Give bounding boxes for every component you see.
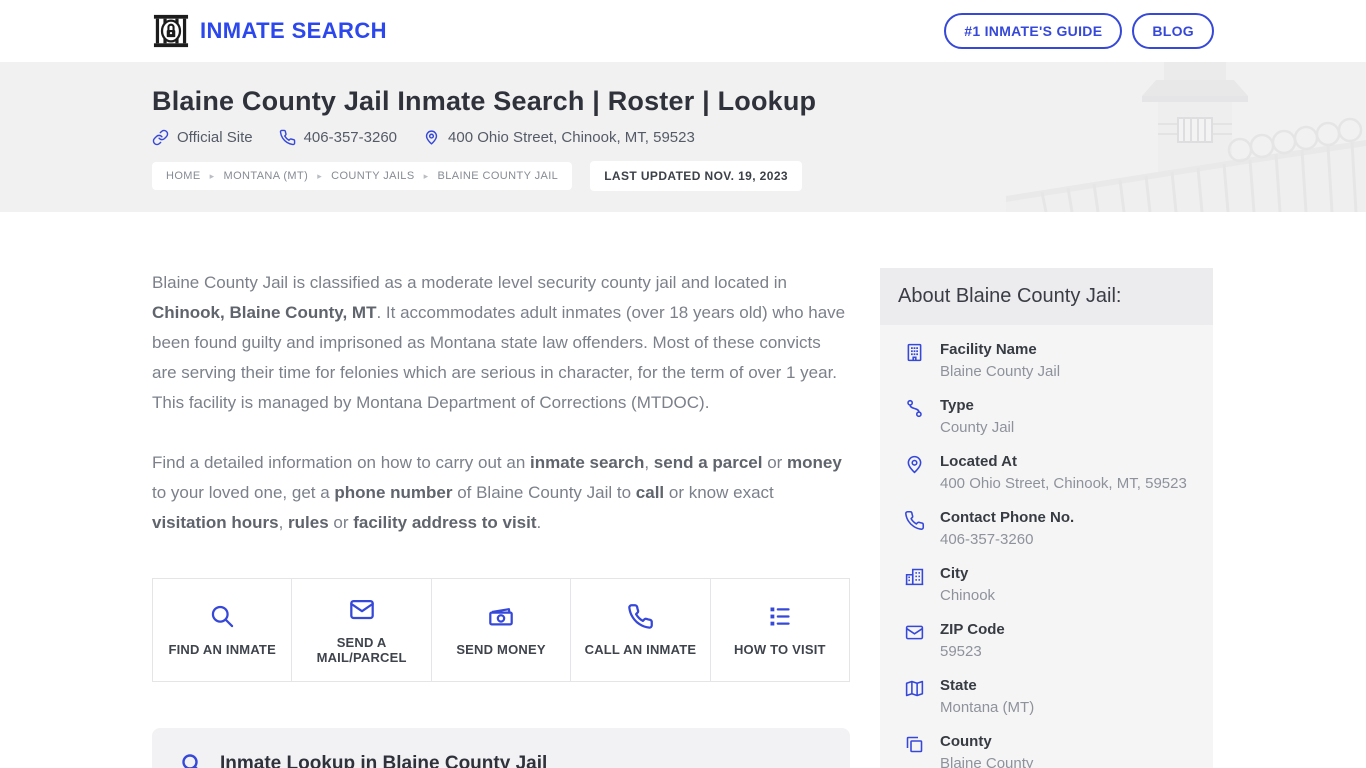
breadcrumb-current: BLAINE COUNTY JAIL bbox=[437, 170, 559, 182]
logo-text: INMATE SEARCH bbox=[200, 18, 387, 43]
intro-paragraph: Blaine County Jail is classified as a mo… bbox=[152, 273, 846, 412]
hero-banner: Blaine County Jail Inmate Search | Roste… bbox=[0, 62, 1366, 212]
city-icon bbox=[904, 565, 926, 606]
money-icon bbox=[487, 603, 515, 630]
lookup-title: Inmate Lookup in Blaine County Jail bbox=[220, 753, 548, 768]
fact-zip-code: ZIP Code 59523 bbox=[904, 621, 1195, 662]
phone-icon bbox=[904, 509, 926, 550]
fact-county: County Blaine County bbox=[904, 733, 1195, 768]
header: INMATE SEARCH #1 INMATE'S GUIDE BLOG bbox=[0, 0, 1366, 62]
jail-bars-lock-icon bbox=[152, 13, 190, 49]
breadcrumb-montana[interactable]: MONTANA (MT) bbox=[224, 170, 309, 182]
fact-city: City Chinook bbox=[904, 565, 1195, 606]
call-an-inmate-card[interactable]: CALL AN INMATE bbox=[570, 578, 711, 682]
map-pin-icon bbox=[423, 129, 440, 146]
map-icon bbox=[904, 677, 926, 718]
inmate-lookup-section: Inmate Lookup in Blaine County Jail bbox=[152, 728, 850, 768]
fact-facility-name: Facility Name Blaine County Jail bbox=[904, 341, 1195, 382]
map-pin-icon bbox=[904, 453, 926, 494]
breadcrumb-separator: ▸ bbox=[209, 170, 215, 181]
official-site-link[interactable]: Official Site bbox=[152, 129, 253, 146]
breadcrumb-separator: ▸ bbox=[423, 170, 429, 181]
phone-icon bbox=[627, 603, 654, 630]
site-logo[interactable]: INMATE SEARCH bbox=[152, 13, 387, 49]
last-updated-badge: LAST UPDATED NOV. 19, 2023 bbox=[590, 161, 802, 191]
list-icon bbox=[766, 603, 793, 630]
fact-located-at: Located At 400 Ohio Street, Chinook, MT,… bbox=[904, 453, 1195, 494]
how-to-visit-card[interactable]: HOW TO VISIT bbox=[709, 578, 851, 682]
breadcrumb: HOME ▸ MONTANA (MT) ▸ COUNTY JAILS ▸ BLA… bbox=[152, 162, 573, 190]
find-an-inmate-card[interactable]: FIND AN INMATE bbox=[152, 578, 293, 682]
phone-icon bbox=[279, 129, 296, 146]
about-title: About Blaine County Jail: bbox=[898, 285, 1122, 307]
blog-button[interactable]: BLOG bbox=[1132, 13, 1214, 49]
link-icon bbox=[152, 129, 169, 146]
search-icon bbox=[209, 603, 236, 630]
phone-link[interactable]: 406-357-3260 bbox=[279, 129, 397, 146]
type-icon bbox=[904, 397, 926, 438]
hero-address: 400 Ohio Street, Chinook, MT, 59523 bbox=[448, 129, 695, 146]
fact-contact-phone: Contact Phone No. 406-357-3260 bbox=[904, 509, 1195, 550]
send-mail-parcel-card[interactable]: SEND A MAIL/PARCEL bbox=[291, 578, 432, 682]
main-content: Blaine County Jail is classified as a mo… bbox=[152, 268, 851, 768]
address-item: 400 Ohio Street, Chinook, MT, 59523 bbox=[423, 129, 695, 146]
envelope-icon bbox=[904, 621, 926, 662]
about-sidebar: About Blaine County Jail: Facility Name … bbox=[880, 268, 1213, 768]
search-icon bbox=[180, 752, 204, 768]
page-title: Blaine County Jail Inmate Search | Roste… bbox=[152, 86, 817, 116]
fact-state: State Montana (MT) bbox=[904, 677, 1195, 718]
mail-icon bbox=[348, 596, 376, 623]
county-icon bbox=[904, 733, 926, 768]
breadcrumb-home[interactable]: HOME bbox=[166, 170, 201, 182]
building-icon bbox=[904, 341, 926, 382]
inmates-guide-button[interactable]: #1 INMATE'S GUIDE bbox=[944, 13, 1123, 49]
breadcrumb-county-jails[interactable]: COUNTY JAILS bbox=[331, 170, 414, 182]
about-header: About Blaine County Jail: bbox=[880, 268, 1213, 325]
send-money-card[interactable]: SEND MONEY bbox=[430, 578, 572, 682]
quick-actions: FIND AN INMATE SEND A MAIL/PARCEL SEND M… bbox=[152, 578, 851, 682]
hero-phone: 406-357-3260 bbox=[303, 129, 398, 146]
breadcrumb-separator: ▸ bbox=[317, 170, 323, 181]
guide-paragraph: Find a detailed information on how to ca… bbox=[152, 453, 842, 532]
fact-type: Type County Jail bbox=[904, 397, 1195, 438]
